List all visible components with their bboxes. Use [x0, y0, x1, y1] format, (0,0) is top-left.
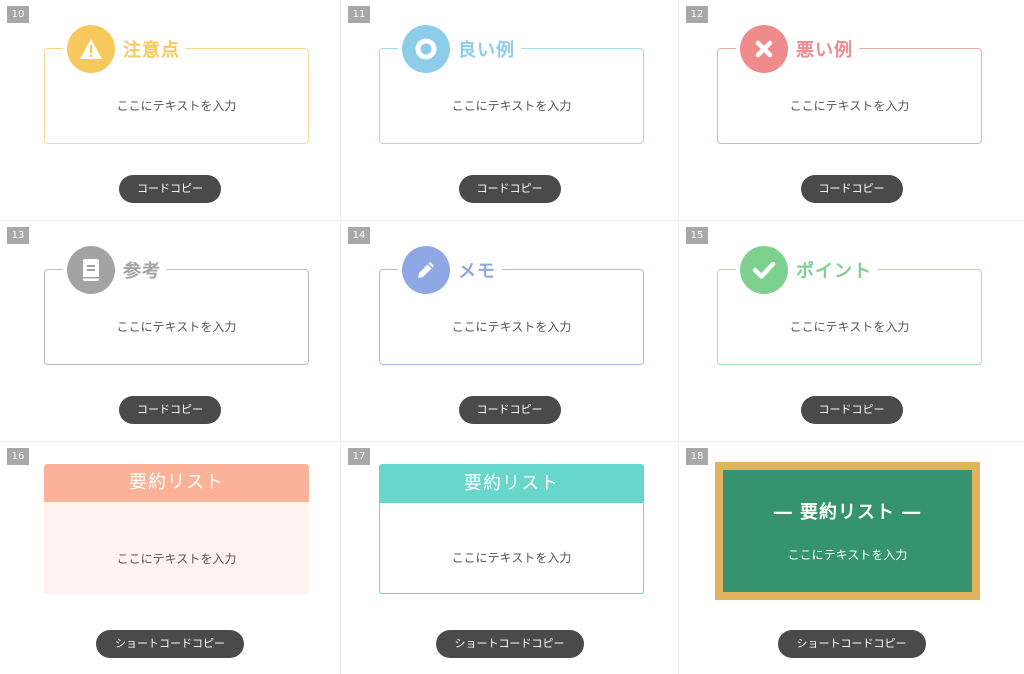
- bad-example-box: 悪い例 ここにテキストを入力: [717, 24, 982, 144]
- caution-box: 注意点 ここにテキストを入力: [44, 24, 309, 144]
- memo-title: メモ: [398, 245, 502, 295]
- card-number: 16: [7, 448, 29, 465]
- chalkboard-box: ― 要約リスト ― ここにテキストを入力: [715, 462, 980, 600]
- card-number: 12: [686, 6, 708, 23]
- card-number: 14: [348, 227, 370, 244]
- chalkboard-body-text: ここにテキストを入力: [787, 548, 908, 562]
- card-bad-example: 12 悪い例 ここにテキストを入力 コードコピー: [679, 0, 1024, 221]
- code-copy-button[interactable]: コードコピー: [119, 396, 221, 424]
- summary-teal-box: 要約リスト ここにテキストを入力: [379, 464, 644, 594]
- card-summary-chalkboard: 18 ― 要約リスト ― ここにテキストを入力 ショートコードコピー: [679, 442, 1024, 674]
- point-body-text: ここにテキストを入力: [789, 320, 910, 334]
- good-example-box: 良い例 ここにテキストを入力: [379, 24, 644, 144]
- card-number: 11: [348, 6, 370, 23]
- summary-salmon-box: 要約リスト ここにテキストを入力: [44, 464, 309, 594]
- summary-teal-header: 要約リスト: [380, 465, 643, 503]
- card-memo: 14 メモ ここにテキストを入力 コードコピー: [341, 221, 679, 442]
- bad-example-title: 悪い例: [736, 24, 859, 74]
- reference-box: 参考 ここにテキストを入力: [44, 245, 309, 365]
- good-example-title-text: 良い例: [458, 40, 515, 61]
- cross-icon: [740, 25, 788, 73]
- card-point: 15 ポイント ここにテキストを入力 コードコピー: [679, 221, 1024, 442]
- reference-title-text: 参考: [123, 261, 161, 282]
- summary-salmon-body: ここにテキストを入力: [44, 502, 309, 594]
- good-example-title: 良い例: [398, 24, 521, 74]
- card-summary-teal: 17 要約リスト ここにテキストを入力 ショートコードコピー: [341, 442, 679, 674]
- reference-title: 参考: [63, 245, 167, 295]
- bad-example-title-text: 悪い例: [796, 40, 853, 61]
- shortcode-copy-button[interactable]: ショートコードコピー: [777, 630, 926, 658]
- summary-teal-body: ここにテキストを入力: [380, 503, 643, 593]
- code-copy-button[interactable]: コードコピー: [458, 396, 561, 424]
- card-number: 13: [7, 227, 29, 244]
- card-number: 10: [7, 6, 29, 23]
- memo-box: メモ ここにテキストを入力: [379, 245, 644, 365]
- book-icon: [67, 246, 115, 294]
- card-good-example: 11 良い例 ここにテキストを入力 コードコピー: [341, 0, 679, 221]
- point-title: ポイント: [736, 245, 878, 295]
- card-number: 18: [686, 448, 708, 465]
- card-caution: 10 注意点 ここにテキストを入力 コードコピー: [0, 0, 341, 221]
- summary-salmon-header: 要約リスト: [44, 464, 309, 502]
- pencil-icon: [402, 246, 450, 294]
- code-copy-button[interactable]: コードコピー: [800, 175, 903, 203]
- memo-body-text: ここにテキストを入力: [451, 320, 572, 334]
- point-title-text: ポイント: [796, 261, 872, 282]
- summary-teal-body-text: ここにテキストを入力: [451, 551, 572, 565]
- caution-title: 注意点: [63, 24, 186, 74]
- check-icon: [740, 246, 788, 294]
- card-reference: 13 参考 ここにテキストを入力 コードコピー: [0, 221, 341, 442]
- code-copy-button[interactable]: コードコピー: [458, 175, 561, 203]
- memo-title-text: メモ: [458, 261, 496, 282]
- card-summary-salmon: 16 要約リスト ここにテキストを入力 ショートコードコピー: [0, 442, 341, 674]
- code-copy-button[interactable]: コードコピー: [119, 175, 221, 203]
- circle-ring-icon: [402, 25, 450, 73]
- shortcode-copy-button[interactable]: ショートコードコピー: [435, 630, 584, 658]
- shortcode-copy-button[interactable]: ショートコードコピー: [96, 630, 244, 658]
- warning-icon: [67, 25, 115, 73]
- point-box: ポイント ここにテキストを入力: [717, 245, 982, 365]
- code-copy-button[interactable]: コードコピー: [800, 396, 903, 424]
- good-example-body-text: ここにテキストを入力: [451, 99, 572, 113]
- reference-body-text: ここにテキストを入力: [116, 320, 237, 334]
- summary-salmon-body-text: ここにテキストを入力: [116, 552, 237, 566]
- caution-title-text: 注意点: [123, 40, 180, 61]
- chalkboard-title: ― 要約リスト ―: [773, 502, 922, 523]
- box-template-grid: 10 注意点 ここにテキストを入力 コードコピー 11 良い例 ここにテキストを…: [0, 0, 1024, 674]
- card-number: 17: [348, 448, 370, 465]
- bad-example-body-text: ここにテキストを入力: [789, 99, 910, 113]
- card-number: 15: [686, 227, 708, 244]
- caution-body-text: ここにテキストを入力: [116, 99, 237, 113]
